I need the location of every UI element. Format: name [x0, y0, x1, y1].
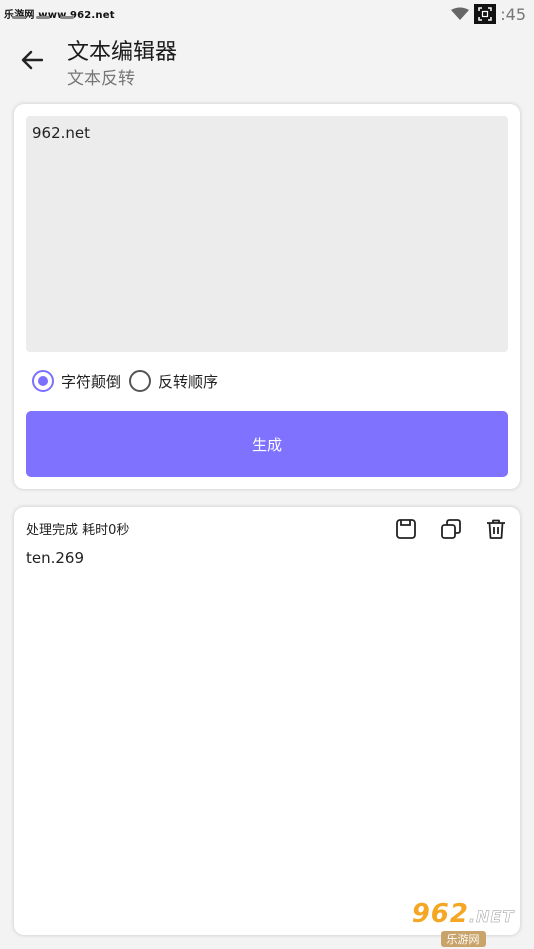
- watermark-main: 962: [411, 898, 469, 929]
- copy-icon: [441, 519, 461, 539]
- output-card: 处理完成 耗时0秒 ten.269: [14, 507, 520, 935]
- mode-radio-group: 字符颠倒 反转顺序: [32, 370, 226, 392]
- radio-option-reverse-chars[interactable]: 字符颠倒: [32, 370, 121, 392]
- trash-icon: [487, 519, 505, 539]
- status-bar: 乐游网 www.962.net :45: [0, 0, 534, 28]
- header: 文本编辑器 文本反转: [0, 28, 534, 98]
- copy-button[interactable]: [439, 517, 463, 541]
- input-card: 962.net 字符颠倒 反转顺序 生成: [14, 104, 520, 489]
- screenshot-icon[interactable]: [474, 4, 497, 24]
- watermark-net: .NET: [468, 906, 515, 926]
- radio-button-unchecked[interactable]: [129, 370, 152, 392]
- app-screen: 乐游网 www.962.net :45 文本编辑器 文本反转 962.net 字…: [0, 0, 534, 949]
- generate-button[interactable]: 生成: [26, 411, 508, 477]
- text-input[interactable]: 962.net: [26, 116, 508, 352]
- status-indicators: [12, 16, 74, 19]
- radio-option-reverse-order[interactable]: 反转顺序: [129, 370, 218, 392]
- radio-button-checked[interactable]: [32, 370, 54, 392]
- result-text: ten.269: [26, 549, 85, 567]
- watermark-sub: 乐游网: [440, 930, 486, 947]
- back-button[interactable]: [18, 46, 46, 74]
- save-button[interactable]: [394, 517, 418, 541]
- page-title: 文本编辑器: [67, 40, 178, 65]
- watermark-logo: 962.NET 乐游网: [396, 901, 530, 947]
- radio-label: 字符颠倒: [61, 372, 122, 391]
- wifi-icon: [451, 7, 470, 20]
- status-right: :45: [450, 4, 526, 24]
- process-status: 处理完成 耗时0秒: [26, 523, 130, 538]
- save-icon: [396, 519, 416, 539]
- arrow-left-icon: [21, 50, 43, 70]
- output-toolbar: [394, 517, 508, 541]
- radio-label: 反转顺序: [158, 372, 219, 391]
- delete-button[interactable]: [484, 517, 508, 541]
- status-time: :45: [500, 4, 526, 24]
- page-subtitle: 文本反转: [67, 69, 135, 89]
